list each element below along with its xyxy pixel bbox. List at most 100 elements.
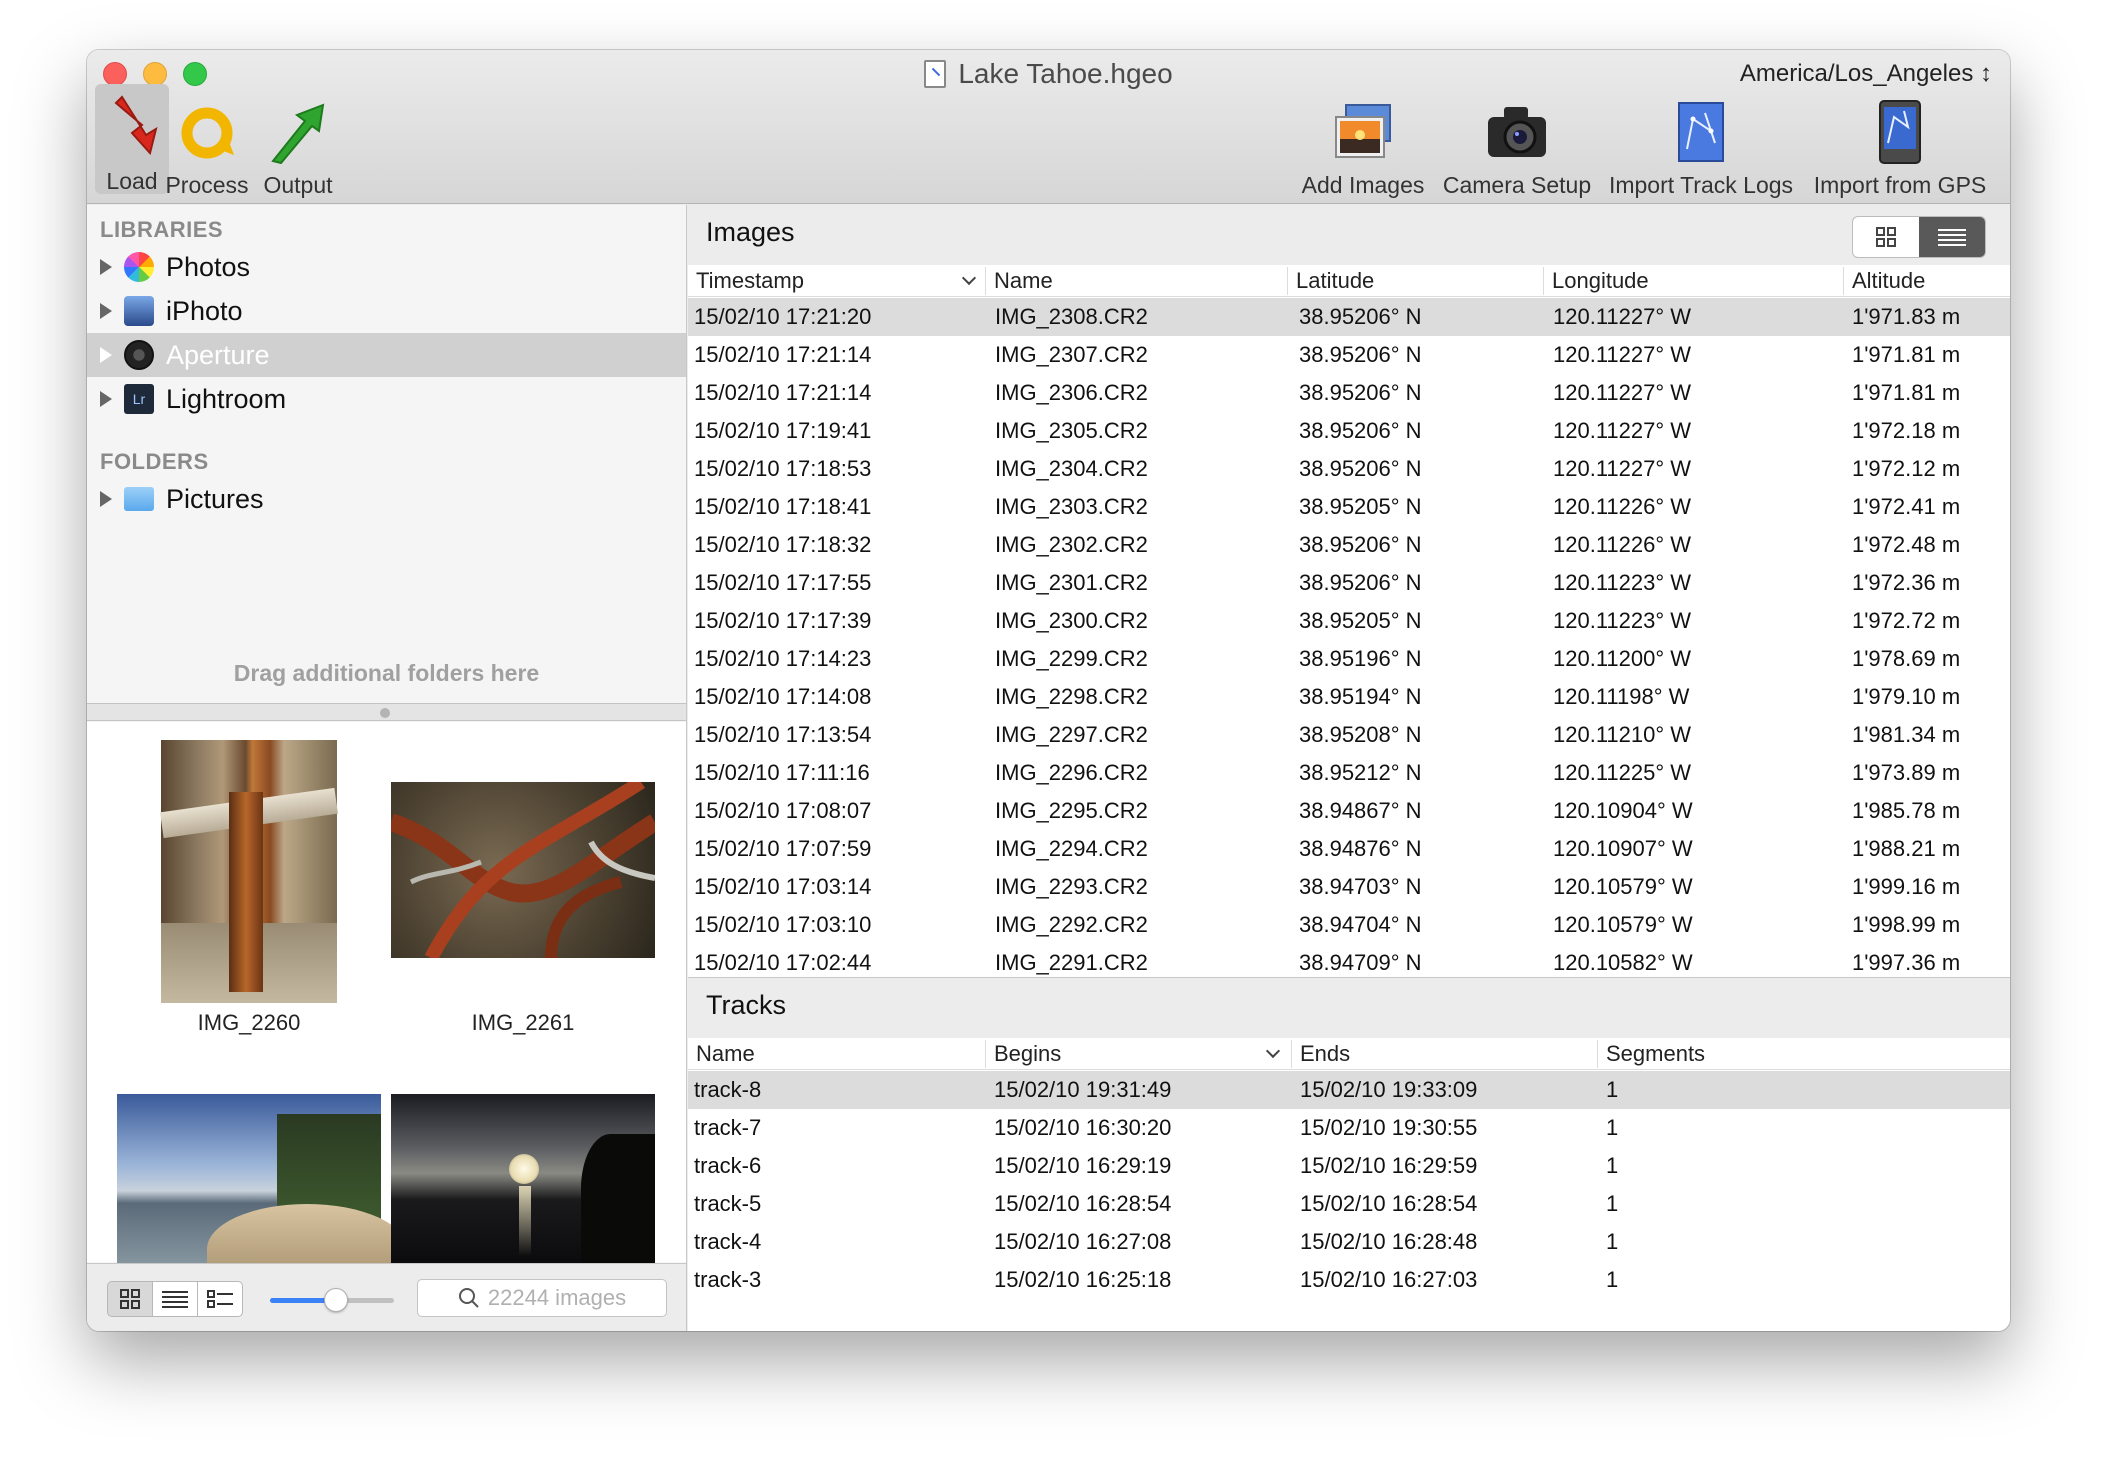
table-row[interactable]: 15/02/10 17:13:54 IMG_2297.CR2 38.95208° N…	[688, 716, 2010, 754]
disclosure-triangle-icon[interactable]	[100, 347, 112, 363]
thumbnail-image[interactable]	[391, 782, 655, 958]
table-row[interactable]: 15/02/10 17:11:16 IMG_2296.CR2 38.95212° N…	[688, 754, 2010, 792]
table-cell: 1	[1606, 1229, 1619, 1254]
process-tool-label: Process	[165, 172, 249, 198]
table-row[interactable]: 15/02/10 17:07:59 IMG_2294.CR2 38.94876° N…	[688, 830, 2010, 868]
folders-heading: FOLDERS	[100, 449, 209, 474]
table-row[interactable]: 15/02/10 17:17:55 IMG_2301.CR2 38.95206° N…	[688, 564, 2010, 602]
table-row[interactable]: 15/02/10 17:14:08 IMG_2298.CR2 38.95194° N…	[688, 678, 2010, 716]
table-row[interactable]: track-5 15/02/10 16:28:54 15/02/10 16:28:5…	[688, 1185, 2010, 1223]
sidebar-item-photos[interactable]: Photos	[87, 245, 686, 289]
disclosure-triangle-icon[interactable]	[100, 391, 112, 407]
lightroom-app-icon: Lr	[124, 384, 154, 414]
camera-setup-button[interactable]: Camera Setup	[1437, 92, 1597, 198]
table-row[interactable]: track-4 15/02/10 16:27:08 15/02/10 16:28:4…	[688, 1223, 2010, 1261]
list-view-toggle[interactable]	[1919, 217, 1985, 257]
col-altitude[interactable]: Altitude	[1843, 267, 2010, 295]
table-cell: 1'972.72 m	[1852, 608, 1961, 633]
table-cell: 38.95208° N	[1299, 722, 1422, 747]
search-field[interactable]: 22244 images	[417, 1279, 667, 1317]
folder-icon	[124, 487, 154, 511]
table-row[interactable]: 15/02/10 17:17:39 IMG_2300.CR2 38.95205° N…	[688, 602, 2010, 640]
table-row[interactable]: 15/02/10 17:21:20 IMG_2308.CR2 38.95206° N…	[688, 298, 2010, 336]
table-cell: 15/02/10 17:18:41	[694, 494, 872, 519]
table-cell: 15/02/10 16:25:18	[994, 1267, 1172, 1292]
table-cell: 15/02/10 17:21:14	[694, 380, 872, 405]
table-cell: 1'979.10 m	[1852, 684, 1961, 709]
sidebar-item-iphoto[interactable]: iPhoto	[87, 289, 686, 333]
camera-setup-label: Camera Setup	[1442, 172, 1592, 198]
table-row[interactable]: 15/02/10 17:08:07 IMG_2295.CR2 38.94867° N…	[688, 792, 2010, 830]
splitter-handle-icon[interactable]	[380, 708, 390, 718]
table-cell: 1	[1606, 1153, 1619, 1178]
slider-knob[interactable]	[324, 1288, 348, 1312]
table-cell: 120.11225° W	[1553, 760, 1692, 785]
detail-view-button[interactable]	[197, 1281, 243, 1317]
sidebar-item-lightroom[interactable]: Lr Lightroom	[87, 377, 686, 421]
track-log-icon	[1661, 92, 1741, 172]
add-images-button[interactable]: Add Images	[1293, 92, 1433, 198]
table-cell: 15/02/10 16:28:54	[1300, 1191, 1478, 1216]
import-from-gps-button[interactable]: Import from GPS	[1807, 92, 1993, 198]
table-row[interactable]: 15/02/10 17:21:14 IMG_2306.CR2 38.95206° N…	[688, 374, 2010, 412]
thumbnail-image[interactable]	[391, 1094, 655, 1270]
list-view-button[interactable]	[152, 1281, 198, 1317]
thumbnail-image[interactable]	[117, 1094, 407, 1294]
table-row[interactable]: 15/02/10 17:03:10 IMG_2292.CR2 38.94704° N…	[688, 906, 2010, 944]
window-title: Lake Tahoe.hgeo	[87, 56, 2010, 92]
load-tool-button[interactable]: Load	[95, 84, 169, 194]
table-row[interactable]: 15/02/10 17:21:14 IMG_2307.CR2 38.95206° N…	[688, 336, 2010, 374]
images-view-toggle[interactable]	[1852, 216, 1986, 258]
table-cell: 120.10579° W	[1553, 874, 1693, 899]
disclosure-triangle-icon[interactable]	[100, 303, 112, 319]
disclosure-triangle-icon[interactable]	[100, 491, 112, 507]
table-cell: 38.95206° N	[1299, 342, 1422, 367]
table-row[interactable]: 15/02/10 17:18:32 IMG_2302.CR2 38.95206° N…	[688, 526, 2010, 564]
table-row[interactable]: 15/02/10 17:18:41 IMG_2303.CR2 38.95205° N…	[688, 488, 2010, 526]
table-cell: 15/02/10 16:29:19	[994, 1153, 1172, 1178]
table-row[interactable]: track-7 15/02/10 16:30:20 15/02/10 19:30:5…	[688, 1109, 2010, 1147]
main-content: Images Timestamp Name Latitude Longitude…	[688, 205, 2010, 1331]
sidebar-item-pictures[interactable]: Pictures	[87, 477, 686, 521]
table-cell: IMG_2307.CR2	[995, 342, 1148, 367]
thumbnail-size-slider[interactable]	[270, 1288, 394, 1312]
timezone-popup[interactable]: America/Los_Angeles ↕	[1740, 56, 1992, 92]
col-name[interactable]: Name	[985, 267, 1287, 295]
table-cell: 38.95205° N	[1299, 494, 1422, 519]
disclosure-triangle-icon[interactable]	[100, 259, 112, 275]
table-row[interactable]: 15/02/10 17:18:53 IMG_2304.CR2 38.95206° N…	[688, 450, 2010, 488]
import-track-logs-button[interactable]: Import Track Logs	[1603, 92, 1799, 198]
table-row[interactable]: track-6 15/02/10 16:29:19 15/02/10 16:29:5…	[688, 1147, 2010, 1185]
table-cell: 120.11227° W	[1553, 380, 1692, 405]
table-cell: 15/02/10 17:14:23	[694, 646, 872, 671]
process-tool-button[interactable]: Process	[159, 92, 255, 198]
app-window: Lake Tahoe.hgeo America/Los_Angeles ↕ Lo…	[87, 50, 2010, 1331]
table-cell: track-7	[694, 1115, 762, 1140]
table-cell: track-5	[694, 1191, 762, 1216]
sidebar-item-label: Aperture	[166, 339, 270, 370]
thumbnail-image[interactable]	[160, 740, 338, 1003]
grid-view-toggle[interactable]	[1853, 217, 1919, 257]
table-cell: 1'985.78 m	[1852, 798, 1961, 823]
col-timestamp[interactable]: Timestamp	[688, 267, 985, 295]
col-longitude[interactable]: Longitude	[1543, 267, 1843, 295]
output-tool-button[interactable]: Output	[255, 92, 341, 198]
table-cell: IMG_2301.CR2	[995, 570, 1148, 595]
table-cell: 1'973.89 m	[1852, 760, 1961, 785]
table-row[interactable]: 15/02/10 17:19:41 IMG_2305.CR2 38.95206° N…	[688, 412, 2010, 450]
col-latitude[interactable]: Latitude	[1287, 267, 1543, 295]
table-cell: 15/02/10 17:21:14	[694, 342, 872, 367]
table-row[interactable]: 15/02/10 17:03:14 IMG_2293.CR2 38.94703° N…	[688, 868, 2010, 906]
search-placeholder: 22244 images	[487, 1285, 627, 1310]
table-cell: 38.94703° N	[1299, 874, 1422, 899]
table-row[interactable]: track-3 15/02/10 16:25:18 15/02/10 16:27:0…	[688, 1261, 2010, 1299]
table-cell: 120.11227° W	[1553, 304, 1692, 329]
table-cell: 15/02/10 17:08:07	[694, 798, 872, 823]
table-cell: 1	[1606, 1077, 1619, 1102]
table-row[interactable]: 15/02/10 17:14:23 IMG_2299.CR2 38.95196° N…	[688, 640, 2010, 678]
sidebar-splitter[interactable]	[87, 703, 686, 721]
sidebar-item-aperture[interactable]: Aperture	[87, 333, 686, 377]
grid-view-button[interactable]	[107, 1281, 153, 1317]
thumbnail-grid: IMG_2260 IMG_2261	[87, 722, 686, 1294]
table-row[interactable]: track-8 15/02/10 19:31:49 15/02/10 19:33:0…	[688, 1071, 2010, 1109]
